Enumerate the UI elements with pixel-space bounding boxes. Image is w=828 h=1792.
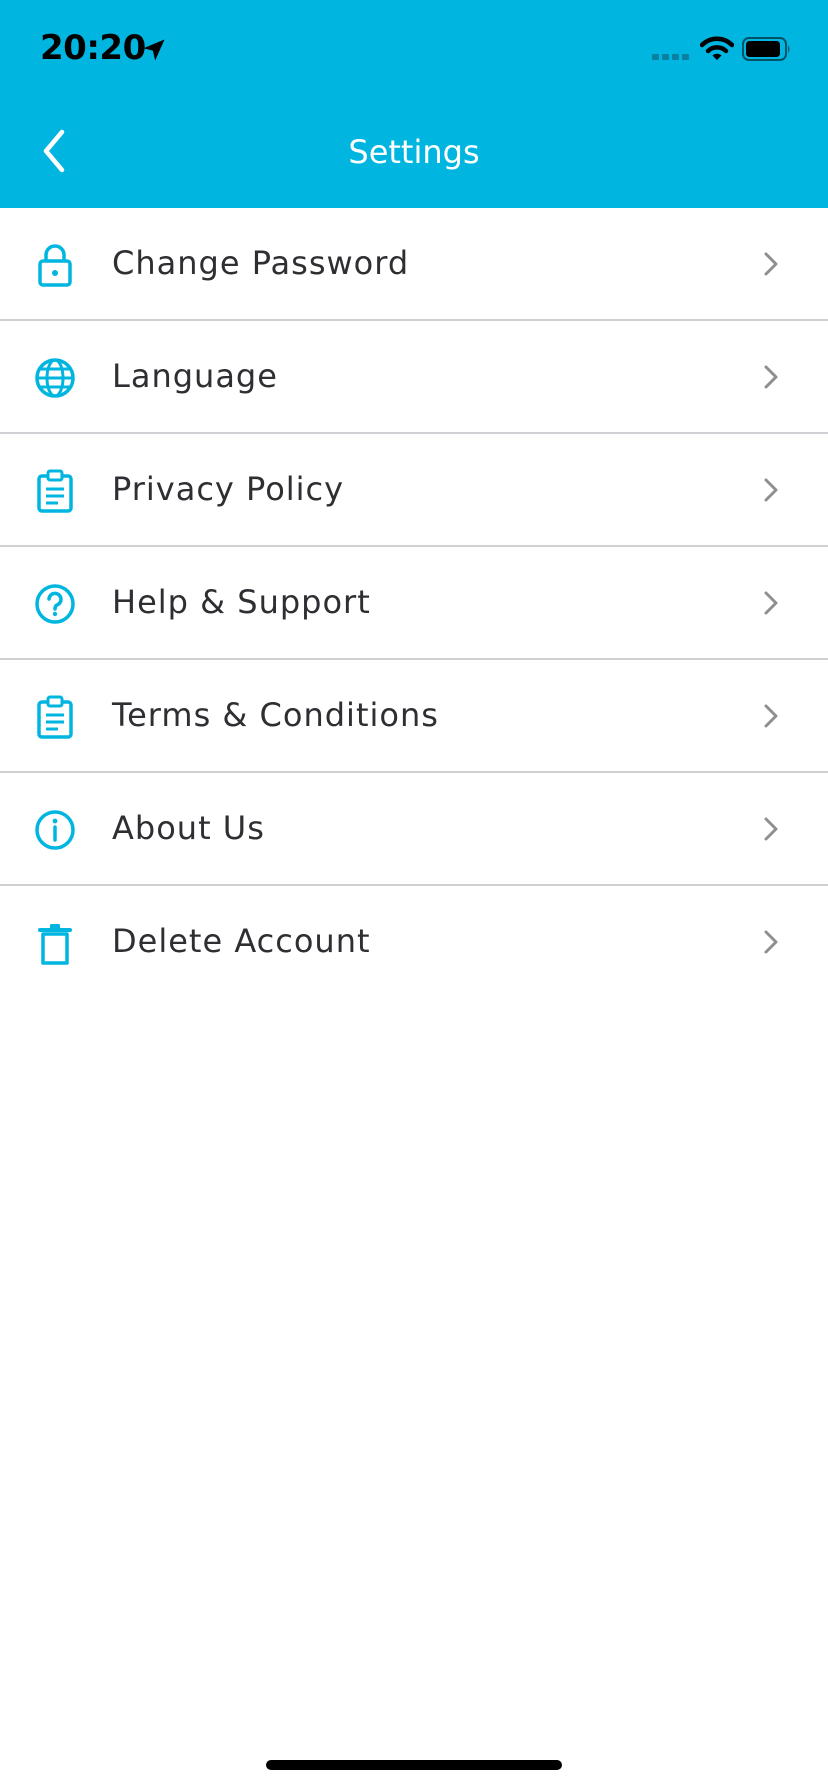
home-indicator[interactable] (266, 1760, 562, 1770)
navigation-header: 20:20 Settings (0, 0, 828, 208)
help-circle-icon (35, 584, 75, 624)
chevron-right-icon (764, 704, 778, 728)
battery-icon (742, 37, 790, 61)
chevron-right-icon (764, 478, 778, 502)
info-circle-icon (35, 810, 75, 850)
page-title: Settings (348, 133, 480, 171)
lock-icon (38, 244, 72, 287)
menu-item-label: Change Password (112, 244, 410, 282)
chevron-right-icon (764, 252, 778, 276)
menu-item-label: Terms & Conditions (112, 696, 439, 734)
settings-menu: Change Password Language Privacy Policy (0, 208, 828, 997)
menu-item-help-support[interactable]: Help & Support (0, 547, 828, 660)
chevron-right-icon (764, 930, 778, 954)
chevron-right-icon (764, 591, 778, 615)
menu-item-terms-conditions[interactable]: Terms & Conditions (0, 660, 828, 773)
location-arrow-icon (143, 39, 165, 61)
globe-icon (35, 358, 75, 398)
menu-item-label: About Us (112, 809, 265, 847)
chevron-right-icon (764, 365, 778, 389)
menu-item-label: Privacy Policy (112, 470, 345, 508)
menu-item-privacy-policy[interactable]: Privacy Policy (0, 434, 828, 547)
chevron-right-icon (764, 817, 778, 841)
menu-item-label: Help & Support (112, 583, 371, 621)
wifi-icon (700, 36, 734, 60)
menu-item-about-us[interactable]: About Us (0, 773, 828, 886)
trash-icon (38, 924, 72, 965)
menu-item-delete-account[interactable]: Delete Account (0, 886, 828, 997)
menu-item-label: Delete Account (112, 922, 371, 960)
menu-item-label: Language (112, 357, 278, 395)
cellular-signal-icon (652, 54, 689, 60)
menu-item-change-password[interactable]: Change Password (0, 208, 828, 321)
clipboard-icon (37, 469, 73, 513)
menu-item-language[interactable]: Language (0, 321, 828, 434)
status-time: 20:20 (40, 28, 146, 68)
clipboard-icon (37, 695, 73, 739)
